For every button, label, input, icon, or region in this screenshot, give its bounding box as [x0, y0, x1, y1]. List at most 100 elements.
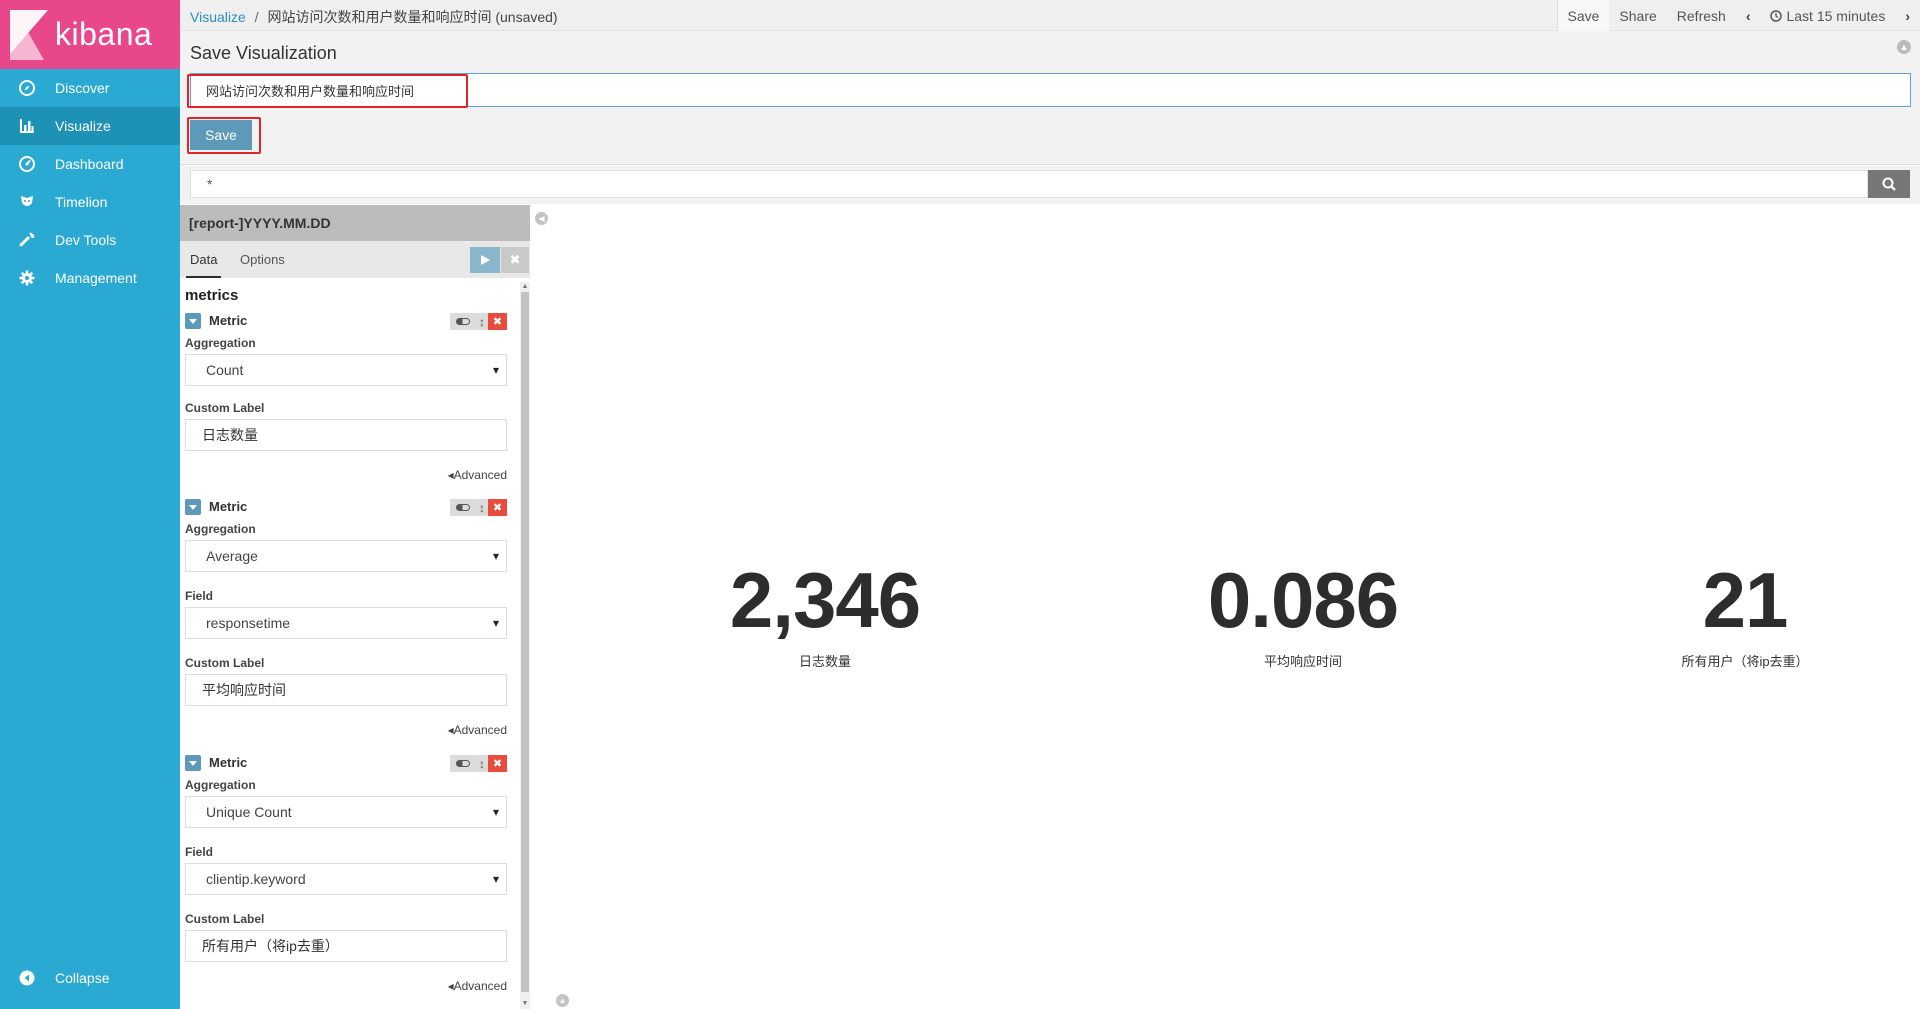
scroll-up-icon[interactable]: ▲ [520, 282, 530, 292]
brand-header[interactable]: kibana [0, 0, 180, 69]
field-select[interactable]: clientip.keyword [185, 863, 507, 895]
timelion-icon [18, 193, 36, 211]
metric-3-header: Metric ↕ ✖ [185, 753, 507, 773]
dashboard-icon [18, 155, 36, 173]
remove-agg-icon[interactable]: ✖ [488, 313, 507, 330]
field-label: Field [185, 845, 214, 859]
sidebar-item-management[interactable]: Management [0, 259, 180, 297]
collapse-sidebar-icon[interactable]: ◀ [535, 212, 548, 225]
aggregation-select[interactable]: Average [185, 540, 507, 572]
tab-data[interactable]: Data [186, 241, 222, 278]
drag-handle-icon[interactable]: ↕ [476, 755, 488, 772]
collapse-agg-button[interactable] [185, 499, 201, 515]
sidebar: kibana Discover Visualize Dashboard Time… [0, 0, 180, 1009]
discard-changes-button[interactable]: ✖ [501, 247, 529, 273]
save-visualization-panel: Save Visualization ▲ Save [180, 31, 1920, 165]
collapse-button[interactable]: Collapse [0, 959, 180, 997]
metric-average: 0.086 平均响应时间 [1153, 555, 1453, 670]
metric-2-header: Metric ↕ ✖ [185, 497, 507, 517]
drag-handle-icon[interactable]: ↕ [476, 499, 488, 516]
time-range-label: Last 15 minutes [1786, 7, 1886, 24]
remove-agg-icon[interactable]: ✖ [488, 755, 507, 772]
aggregation-label: Aggregation [185, 778, 256, 792]
custom-label-input[interactable]: 平均响应时间 [185, 674, 507, 706]
breadcrumb-current: 网站访问次数和用户数量和响应时间 (unsaved) [267, 9, 558, 25]
expand-panel-icon[interactable]: ▲ [556, 994, 569, 1007]
advanced-toggle[interactable]: ◂Advanced [448, 723, 507, 737]
custom-label-label: Custom Label [185, 912, 265, 926]
bar-chart-icon [18, 117, 36, 135]
play-icon [480, 255, 490, 265]
metric-title: Metric [209, 499, 248, 514]
sidebar-item-label: Discover [55, 80, 110, 96]
metric-value: 0.086 [1207, 556, 1399, 644]
collapse-panel-icon[interactable]: ▲ [1897, 40, 1911, 54]
metric-value: 21 [1702, 556, 1789, 644]
sidebar-item-dev-tools[interactable]: Dev Tools [0, 221, 180, 259]
close-icon: ✖ [509, 252, 521, 267]
sidebar-item-label: Dev Tools [55, 232, 117, 248]
collapse-agg-button[interactable] [185, 313, 201, 329]
compass-icon [18, 79, 36, 97]
search-input[interactable] [190, 170, 1868, 198]
editor-tabs: Data Options ✖ [180, 241, 530, 278]
brand-name: kibana [55, 16, 153, 52]
scrollbar-thumb[interactable] [521, 292, 529, 992]
share-menu-button[interactable]: Share [1609, 0, 1666, 31]
metrics-section-title: metrics [185, 287, 239, 304]
aggregation-select[interactable]: Unique Count [185, 796, 507, 828]
metric-title: Metric [209, 755, 248, 770]
sidebar-item-timelion[interactable]: Timelion [0, 183, 180, 221]
metric-1-header: Metric ↕ ✖ [185, 311, 507, 331]
refresh-button[interactable]: Refresh [1667, 0, 1736, 31]
time-picker-button[interactable]: Last 15 minutes [1760, 0, 1895, 31]
advanced-toggle[interactable]: ◂Advanced [448, 468, 507, 482]
metric-value: 2,346 [729, 556, 921, 644]
remove-agg-icon[interactable]: ✖ [488, 499, 507, 516]
custom-label-label: Custom Label [185, 401, 265, 415]
custom-label-input[interactable]: 所有用户（将ip去重） [185, 930, 507, 962]
metric-label: 所有用户（将ip去重） [1681, 654, 1809, 669]
vis-editor-sidebar: [report-]YYYY.MM.DD Data Options ✖ metri… [180, 205, 530, 1009]
field-label: Field [185, 589, 214, 603]
sidebar-item-visualize[interactable]: Visualize [0, 107, 180, 145]
time-back-button[interactable]: ‹ [1736, 0, 1761, 31]
sidebar-nav: Discover Visualize Dashboard Timelion De… [0, 69, 180, 297]
clock-icon [1770, 9, 1783, 22]
breadcrumb-visualize-link[interactable]: Visualize [190, 9, 246, 25]
visualization-title-input[interactable] [190, 73, 1911, 107]
sidebar-footer: Collapse [0, 959, 180, 997]
time-forward-button[interactable]: › [1895, 0, 1920, 31]
custom-label-label: Custom Label [185, 656, 265, 670]
kibana-logo-icon [10, 9, 48, 60]
breadcrumb: Visualize / 网站访问次数和用户数量和响应时间 (unsaved) [190, 7, 558, 27]
collapse-agg-button[interactable] [185, 755, 201, 771]
metric-title: Metric [209, 313, 248, 328]
index-pattern-title: [report-]YYYY.MM.DD [180, 205, 530, 241]
aggregation-label: Aggregation [185, 336, 256, 350]
aggregation-select[interactable]: Count [185, 354, 507, 386]
aggregation-label: Aggregation [185, 522, 256, 536]
sidebar-item-dashboard[interactable]: Dashboard [0, 145, 180, 183]
custom-label-input[interactable]: 日志数量 [185, 419, 507, 451]
search-icon [1882, 177, 1896, 191]
metrics-form: metrics Metric ↕ ✖ Aggregation Count Cus… [180, 278, 520, 1009]
toggle-icon[interactable] [450, 313, 476, 330]
visualization-area: ◀ 2,346 日志数量 0.086 平均响应时间 21 所有用户（将ip去重）… [530, 205, 1920, 1009]
editor-scrollbar[interactable]: ▲ ▼ [520, 282, 530, 1009]
agg-tools: ↕ ✖ [450, 755, 507, 772]
top-nav: Visualize / 网站访问次数和用户数量和响应时间 (unsaved) S… [180, 0, 1920, 31]
scroll-down-icon[interactable]: ▼ [520, 999, 530, 1009]
search-button[interactable] [1868, 170, 1910, 198]
toggle-icon[interactable] [450, 499, 476, 516]
apply-changes-button[interactable] [470, 247, 500, 273]
drag-handle-icon[interactable]: ↕ [476, 313, 488, 330]
sidebar-item-discover[interactable]: Discover [0, 69, 180, 107]
field-select[interactable]: responsetime [185, 607, 507, 639]
advanced-toggle[interactable]: ◂Advanced [448, 979, 507, 993]
tab-options[interactable]: Options [236, 241, 289, 278]
toggle-icon[interactable] [450, 755, 476, 772]
save-button[interactable]: Save [190, 120, 252, 150]
top-actions: Save Share Refresh ‹ Last 15 minutes › [1556, 0, 1920, 31]
save-menu-button[interactable]: Save [1556, 0, 1610, 31]
